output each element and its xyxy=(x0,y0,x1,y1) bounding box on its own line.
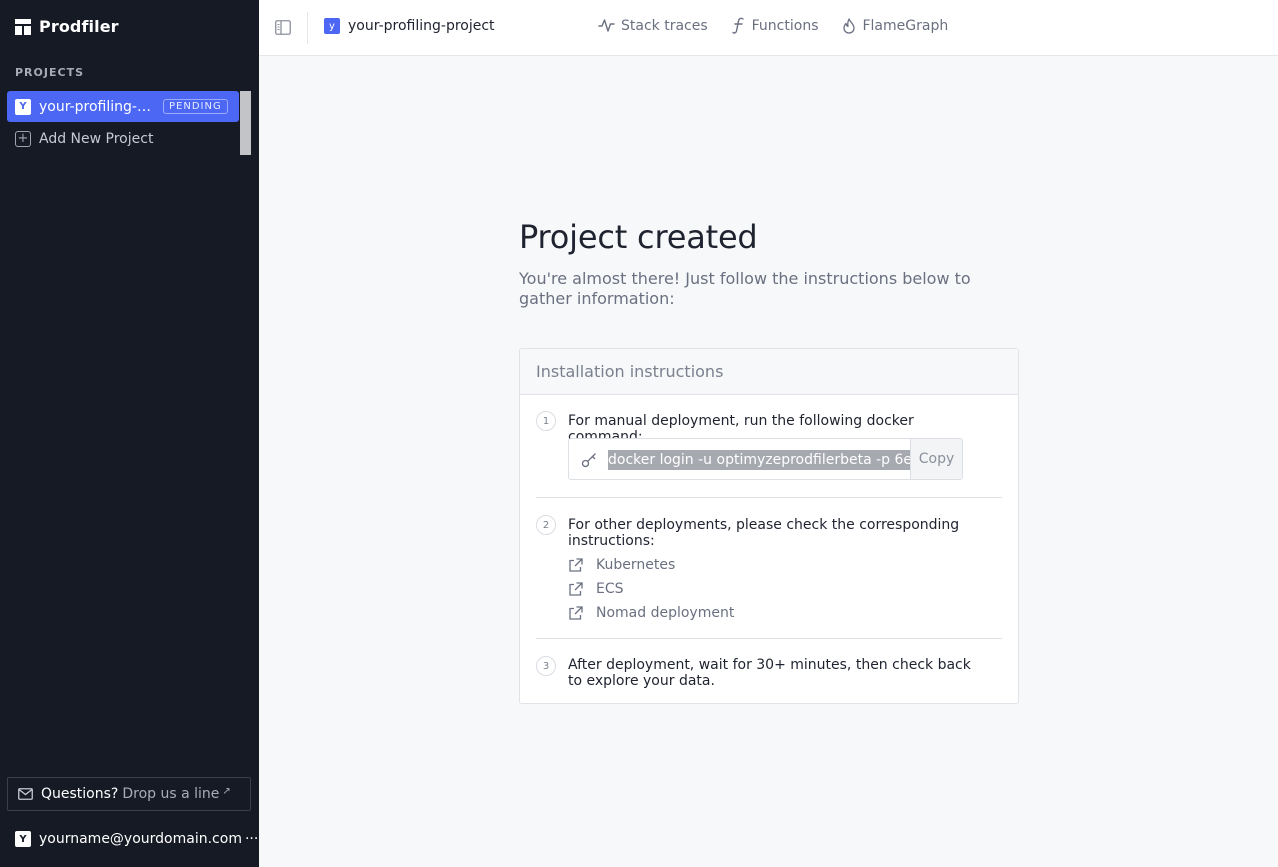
page-subtitle: You're almost there! Just follow the ins… xyxy=(519,269,971,308)
command-field: docker login -u optimyzeprodfilerbeta -p… xyxy=(568,438,963,480)
topbar: y your-profiling-project Stack traces Fu… xyxy=(259,0,1278,56)
sidebar: Prodfiler PROJECTS Y your-profiling-proj… xyxy=(0,0,259,867)
user-menu[interactable]: Y yourname@yourdomain.com ··· xyxy=(15,831,258,847)
docker-command-input[interactable]: docker login -u optimyzeprodfilerbeta -p… xyxy=(608,450,910,470)
divider xyxy=(536,497,1002,498)
flame-icon xyxy=(843,17,856,34)
tab-flamegraph[interactable]: FlameGraph xyxy=(842,17,948,34)
tab-label: FlameGraph xyxy=(862,17,949,34)
external-link-icon xyxy=(569,581,583,596)
add-project-label: Add New Project xyxy=(39,130,154,147)
card-header: Installation instructions xyxy=(520,349,1018,395)
external-link-icon xyxy=(569,605,583,620)
sidebar-toggle-icon[interactable] xyxy=(275,20,291,35)
user-email: yourname@yourdomain.com xyxy=(39,831,242,847)
link-label: ECS xyxy=(596,581,624,597)
status-badge: PENDING xyxy=(163,99,228,114)
step-number: 1 xyxy=(536,411,556,431)
project-selector[interactable]: y your-profiling-project xyxy=(324,18,495,34)
link-kubernetes[interactable]: Kubernetes xyxy=(568,557,675,573)
function-icon xyxy=(731,17,744,34)
link-nomad[interactable]: Nomad deployment xyxy=(568,605,734,621)
step-number: 2 xyxy=(536,515,556,535)
link-label: Kubernetes xyxy=(596,557,676,573)
more-icon[interactable]: ··· xyxy=(245,831,258,847)
sidebar-scrollbar[interactable] xyxy=(240,91,251,155)
external-link-icon xyxy=(569,557,583,572)
activity-icon xyxy=(598,19,615,32)
project-name: your-profiling-project xyxy=(39,98,159,115)
app-name: Prodfiler xyxy=(39,17,119,36)
step-number: 3 xyxy=(536,656,556,676)
avatar: Y xyxy=(15,831,31,847)
brand[interactable]: Prodfiler xyxy=(15,17,119,36)
logo-icon xyxy=(15,18,31,35)
projects-heading: PROJECTS xyxy=(15,66,84,79)
tab-functions[interactable]: Functions xyxy=(731,17,819,34)
step-text: After deployment, wait for 30+ minutes, … xyxy=(568,657,971,689)
tab-label: Stack traces xyxy=(621,17,708,34)
questions-label: Questions? xyxy=(41,786,119,802)
page-title: Project created xyxy=(519,218,758,256)
main-tabs: Stack traces Functions FlameGraph xyxy=(598,17,972,34)
project-avatar: y xyxy=(324,18,340,34)
topbar-divider xyxy=(307,12,308,44)
tab-label: Functions xyxy=(751,17,819,34)
key-icon xyxy=(581,453,596,468)
link-ecs[interactable]: ECS xyxy=(568,581,624,597)
project-name: your-profiling-project xyxy=(348,18,495,34)
project-avatar: Y xyxy=(15,98,31,115)
questions-link[interactable]: Questions? Drop us a line ↗ xyxy=(7,777,251,811)
plus-icon: + xyxy=(15,130,31,147)
external-link-icon: ↗ xyxy=(222,785,231,797)
divider xyxy=(536,638,1002,639)
installation-card: Installation instructions 1 For manual d… xyxy=(519,348,1019,704)
link-label: Nomad deployment xyxy=(596,605,735,621)
tab-stack-traces[interactable]: Stack traces xyxy=(598,17,708,34)
mail-icon xyxy=(18,788,33,800)
project-list: Y your-profiling-project PENDING + Add N… xyxy=(7,91,251,155)
contact-link[interactable]: Drop us a line xyxy=(122,786,219,802)
add-project-button[interactable]: + Add New Project xyxy=(7,122,251,155)
step-text: For other deployments, please check the … xyxy=(568,517,960,549)
copy-button[interactable]: Copy xyxy=(910,439,962,479)
sidebar-project-item[interactable]: Y your-profiling-project PENDING xyxy=(7,91,239,122)
